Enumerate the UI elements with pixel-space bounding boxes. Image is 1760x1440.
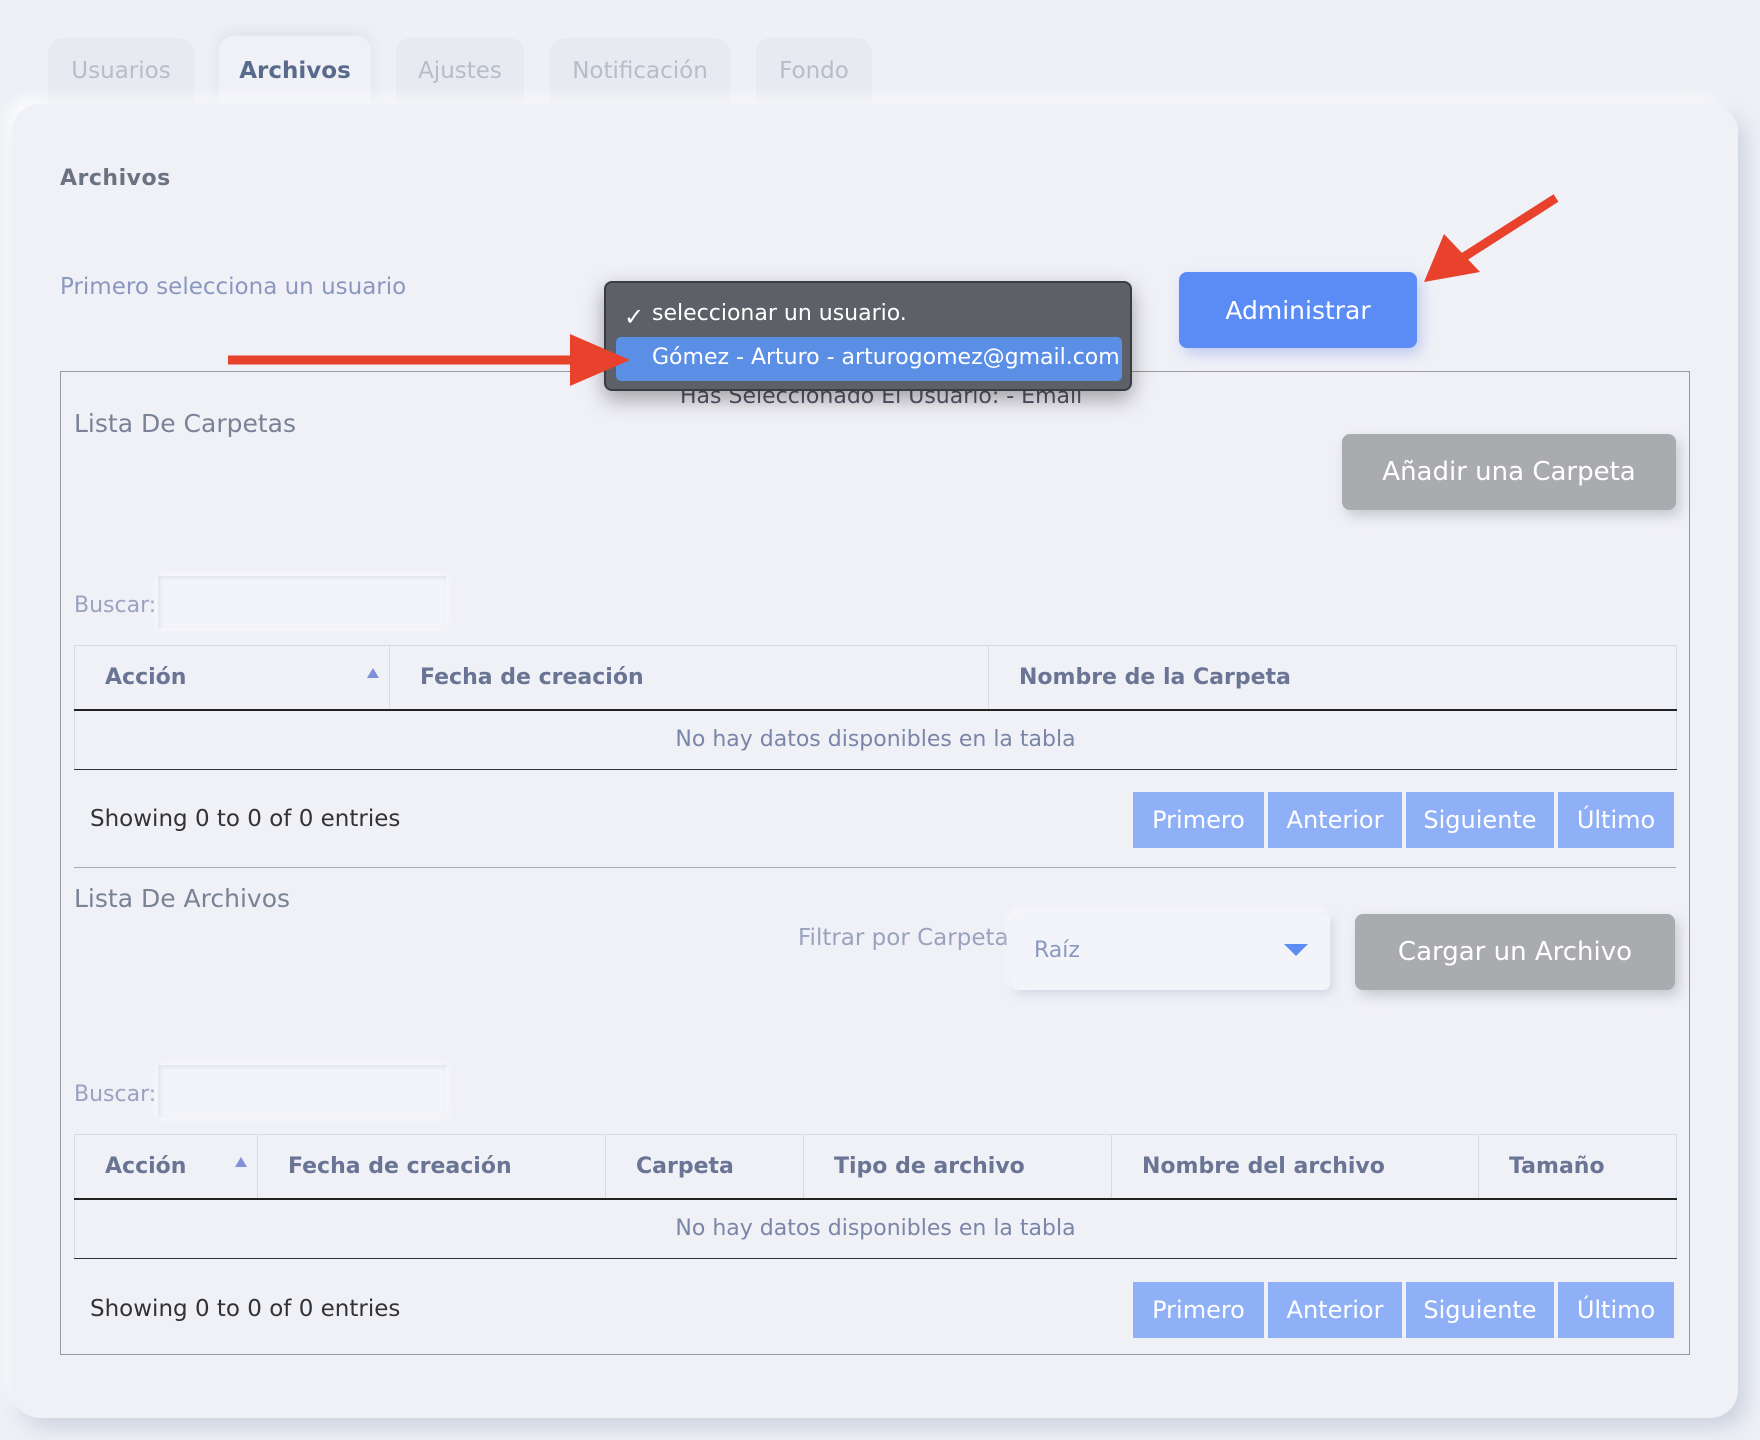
section-divider — [74, 867, 1676, 868]
annotation-arrow-diagonal-icon — [1424, 194, 1559, 282]
next-page-button[interactable]: Siguiente — [1406, 1282, 1554, 1338]
col-tamano[interactable]: Tamaño — [1478, 1134, 1677, 1200]
first-page-button[interactable]: Primero — [1133, 1282, 1264, 1338]
files-title: Lista De Archivos — [74, 884, 291, 913]
table-row: No hay datos disponibles en la tabla — [74, 1198, 1677, 1259]
first-page-button[interactable]: Primero — [1133, 792, 1264, 848]
last-page-button[interactable]: Último — [1558, 792, 1674, 848]
files-table: Acción Fecha de creación Carpeta Tipo de… — [74, 1134, 1677, 1259]
checkmark-icon: ✓ — [624, 303, 645, 331]
col-nombre-carpeta[interactable]: Nombre de la Carpeta — [988, 645, 1677, 711]
add-folder-button[interactable]: Añadir una Carpeta — [1342, 434, 1676, 510]
col-fecha[interactable]: Fecha de creación — [389, 645, 989, 711]
dropdown-option-placeholder[interactable]: seleccionar un usuario. — [652, 301, 907, 326]
table-row: No hay datos disponibles en la tabla — [74, 709, 1677, 770]
files-search-label: Buscar: — [74, 1082, 157, 1107]
col-accion[interactable]: Acción — [74, 1134, 258, 1200]
upload-file-button[interactable]: Cargar un Archivo — [1355, 914, 1675, 990]
folders-search-input[interactable] — [158, 576, 446, 628]
last-page-button[interactable]: Último — [1558, 1282, 1674, 1338]
user-select-dropdown[interactable]: ✓ seleccionar un usuario. Gómez - Arturo… — [604, 281, 1132, 391]
annotation-arrow-right-icon — [228, 334, 630, 386]
folders-search-label: Buscar: — [74, 593, 157, 618]
col-accion[interactable]: Acción — [74, 645, 390, 711]
col-carpeta[interactable]: Carpeta — [605, 1134, 804, 1200]
files-search-input[interactable] — [158, 1065, 446, 1117]
sort-asc-icon — [235, 1157, 247, 1167]
dropdown-option-user[interactable]: Gómez - Arturo - arturogomez@gmail.com — [652, 345, 1120, 370]
col-tipo-archivo[interactable]: Tipo de archivo — [803, 1134, 1112, 1200]
tab-fondo[interactable]: Fondo — [756, 38, 872, 104]
folders-table: Acción Fecha de creación Nombre de la Ca… — [74, 645, 1677, 770]
sort-asc-icon — [367, 668, 379, 678]
empty-message: No hay datos disponibles en la tabla — [74, 1198, 1677, 1259]
files-pagination: Primero Anterior Siguiente Último — [1133, 1282, 1674, 1338]
chevron-down-icon — [1284, 944, 1308, 956]
user-select-label: Primero selecciona un usuario — [60, 274, 407, 300]
prev-page-button[interactable]: Anterior — [1268, 792, 1402, 848]
files-showing: Showing 0 to 0 of 0 entries — [90, 1296, 401, 1322]
tab-usuarios[interactable]: Usuarios — [48, 38, 194, 104]
folders-title: Lista De Carpetas — [74, 409, 296, 438]
empty-message: No hay datos disponibles en la tabla — [74, 709, 1677, 770]
tab-notificacion[interactable]: Notificación — [550, 38, 730, 104]
col-nombre-archivo[interactable]: Nombre del archivo — [1111, 1134, 1479, 1200]
col-fecha[interactable]: Fecha de creación — [257, 1134, 606, 1200]
folders-showing: Showing 0 to 0 of 0 entries — [90, 806, 401, 832]
filter-folder-label: Filtrar por Carpeta — [798, 925, 1009, 951]
tab-archivos[interactable]: Archivos — [219, 36, 371, 106]
next-page-button[interactable]: Siguiente — [1406, 792, 1554, 848]
filter-folder-select[interactable]: Raíz — [1012, 914, 1330, 990]
folders-pagination: Primero Anterior Siguiente Último — [1133, 792, 1674, 848]
page-title: Archivos — [60, 166, 171, 191]
administrar-button[interactable]: Administrar — [1179, 272, 1417, 348]
tab-ajustes[interactable]: Ajustes — [396, 38, 524, 104]
filter-folder-value: Raíz — [1034, 938, 1080, 963]
prev-page-button[interactable]: Anterior — [1268, 1282, 1402, 1338]
